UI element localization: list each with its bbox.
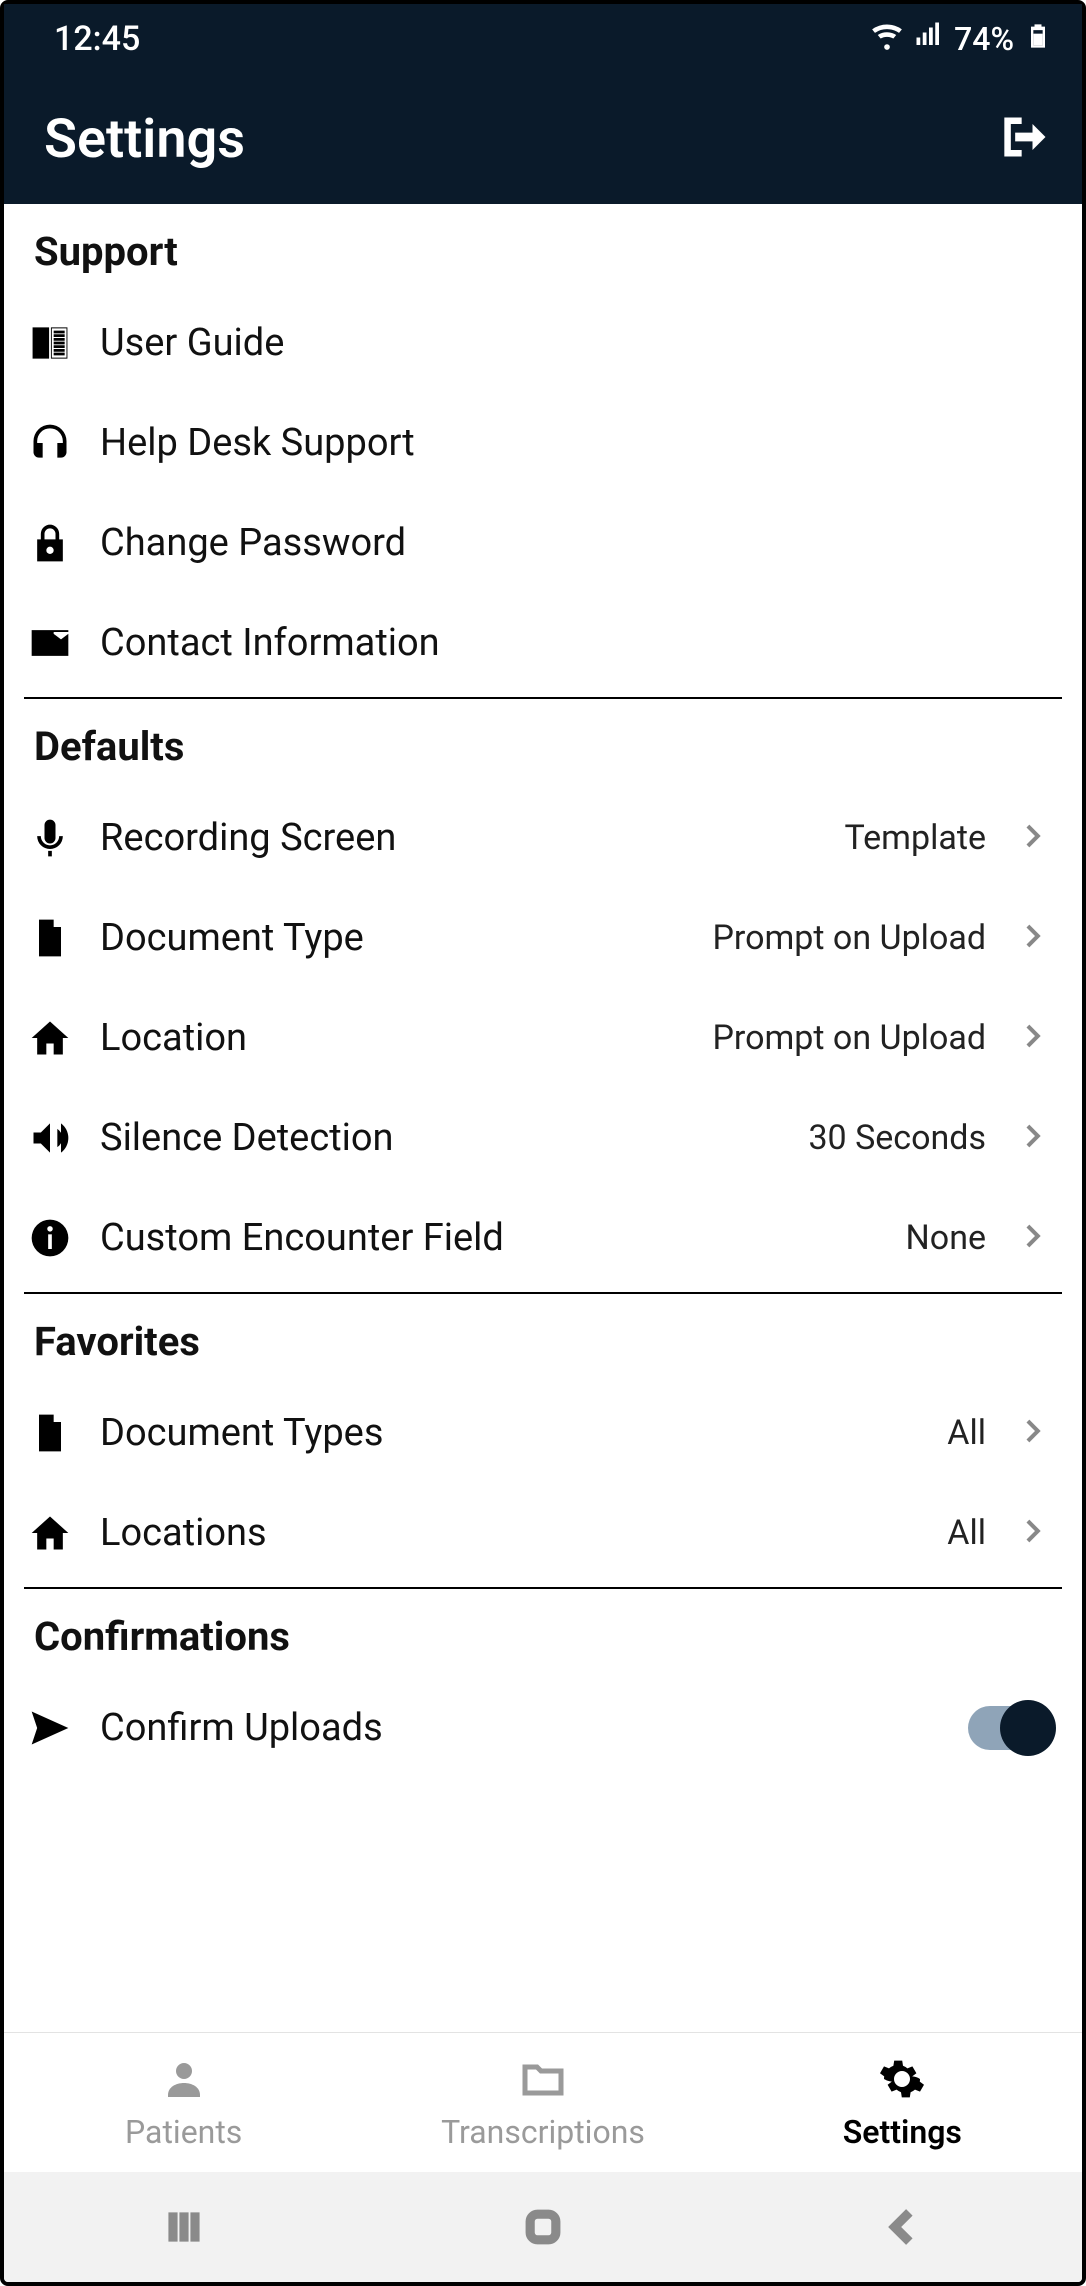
status-bar: 12:45 74% xyxy=(4,4,1082,74)
label-fav-locations: Locations xyxy=(100,1511,921,1555)
nav-recent[interactable] xyxy=(154,2197,214,2257)
battery-percent: 74% xyxy=(954,20,1014,58)
value-silence-detection: 30 Seconds xyxy=(808,1118,986,1158)
settings-content: Support User Guide Help Desk Support Cha… xyxy=(4,204,1082,2032)
chevron-right-icon xyxy=(1018,1514,1052,1552)
value-location: Prompt on Upload xyxy=(712,1018,986,1058)
value-recording-screen: Template xyxy=(845,818,987,858)
section-header-defaults: Defaults xyxy=(4,699,1082,788)
value-fav-doc-types: All xyxy=(947,1413,986,1453)
folder-icon xyxy=(519,2055,567,2107)
value-fav-locations: All xyxy=(947,1513,986,1553)
label-user-guide: User Guide xyxy=(100,321,1052,365)
tab-label-patients: Patients xyxy=(125,2113,242,2151)
label-contact-info: Contact Information xyxy=(100,621,1052,665)
tab-label-transcriptions: Transcriptions xyxy=(441,2113,645,2151)
section-header-confirmations: Confirmations xyxy=(4,1589,1082,1678)
label-location: Location xyxy=(100,1016,686,1060)
toggle-confirm-uploads[interactable] xyxy=(968,1706,1052,1750)
chevron-right-icon xyxy=(1018,819,1052,857)
battery-icon xyxy=(1024,19,1052,59)
row-custom-encounter[interactable]: Custom Encounter Field None xyxy=(4,1188,1082,1288)
tab-transcriptions[interactable]: Transcriptions xyxy=(363,2033,722,2172)
tab-settings[interactable]: Settings xyxy=(723,2033,1082,2172)
headset-icon xyxy=(26,419,74,467)
tab-label-settings: Settings xyxy=(843,2113,962,2151)
tab-bar: Patients Transcriptions Settings xyxy=(4,2032,1082,2172)
section-header-favorites: Favorites xyxy=(4,1294,1082,1383)
chevron-right-icon xyxy=(1018,1219,1052,1257)
chevron-right-icon xyxy=(1018,919,1052,957)
volume-icon xyxy=(26,1114,74,1162)
app-bar: Settings xyxy=(4,74,1082,204)
person-icon xyxy=(160,2055,208,2107)
row-recording-screen[interactable]: Recording Screen Template xyxy=(4,788,1082,888)
label-document-type: Document Type xyxy=(100,916,686,960)
document-icon xyxy=(26,1409,74,1457)
chevron-right-icon xyxy=(1018,1119,1052,1157)
label-confirm-uploads: Confirm Uploads xyxy=(100,1706,942,1750)
row-document-type[interactable]: Document Type Prompt on Upload xyxy=(4,888,1082,988)
nav-home[interactable] xyxy=(513,2197,573,2257)
wifi-icon xyxy=(870,18,904,61)
document-icon xyxy=(26,914,74,962)
send-icon xyxy=(26,1704,74,1752)
status-time: 12:45 xyxy=(54,19,140,59)
row-help-desk[interactable]: Help Desk Support xyxy=(4,393,1082,493)
row-confirm-uploads: Confirm Uploads xyxy=(4,1678,1082,1778)
book-icon xyxy=(26,319,74,367)
page-title: Settings xyxy=(44,108,245,171)
chevron-right-icon xyxy=(1018,1414,1052,1452)
label-change-password: Change Password xyxy=(100,521,1052,565)
contact-card-icon xyxy=(26,619,74,667)
logout-icon[interactable] xyxy=(1000,111,1052,167)
label-help-desk: Help Desk Support xyxy=(100,421,1052,465)
value-custom-encounter: None xyxy=(906,1218,986,1258)
home-icon xyxy=(26,1014,74,1062)
row-user-guide[interactable]: User Guide xyxy=(4,293,1082,393)
system-nav-bar xyxy=(4,2172,1082,2282)
tab-patients[interactable]: Patients xyxy=(4,2033,363,2172)
toggle-knob xyxy=(1000,1700,1056,1756)
info-icon xyxy=(26,1214,74,1262)
value-document-type: Prompt on Upload xyxy=(712,918,986,958)
row-silence-detection[interactable]: Silence Detection 30 Seconds xyxy=(4,1088,1082,1188)
status-right: 74% xyxy=(870,18,1052,61)
label-custom-encounter: Custom Encounter Field xyxy=(100,1216,880,1260)
signal-icon xyxy=(914,19,944,59)
row-fav-locations[interactable]: Locations All xyxy=(4,1483,1082,1583)
row-location[interactable]: Location Prompt on Upload xyxy=(4,988,1082,1088)
row-fav-doc-types[interactable]: Document Types All xyxy=(4,1383,1082,1483)
label-fav-doc-types: Document Types xyxy=(100,1411,921,1455)
row-contact-info[interactable]: Contact Information xyxy=(4,593,1082,693)
label-recording-screen: Recording Screen xyxy=(100,816,819,860)
row-change-password[interactable]: Change Password xyxy=(4,493,1082,593)
nav-back[interactable] xyxy=(872,2197,932,2257)
home-icon xyxy=(26,1509,74,1557)
label-silence-detection: Silence Detection xyxy=(100,1116,782,1160)
gear-icon xyxy=(878,2055,926,2107)
mic-icon xyxy=(26,814,74,862)
lock-icon xyxy=(26,519,74,567)
section-header-support: Support xyxy=(4,204,1082,293)
chevron-right-icon xyxy=(1018,1019,1052,1057)
